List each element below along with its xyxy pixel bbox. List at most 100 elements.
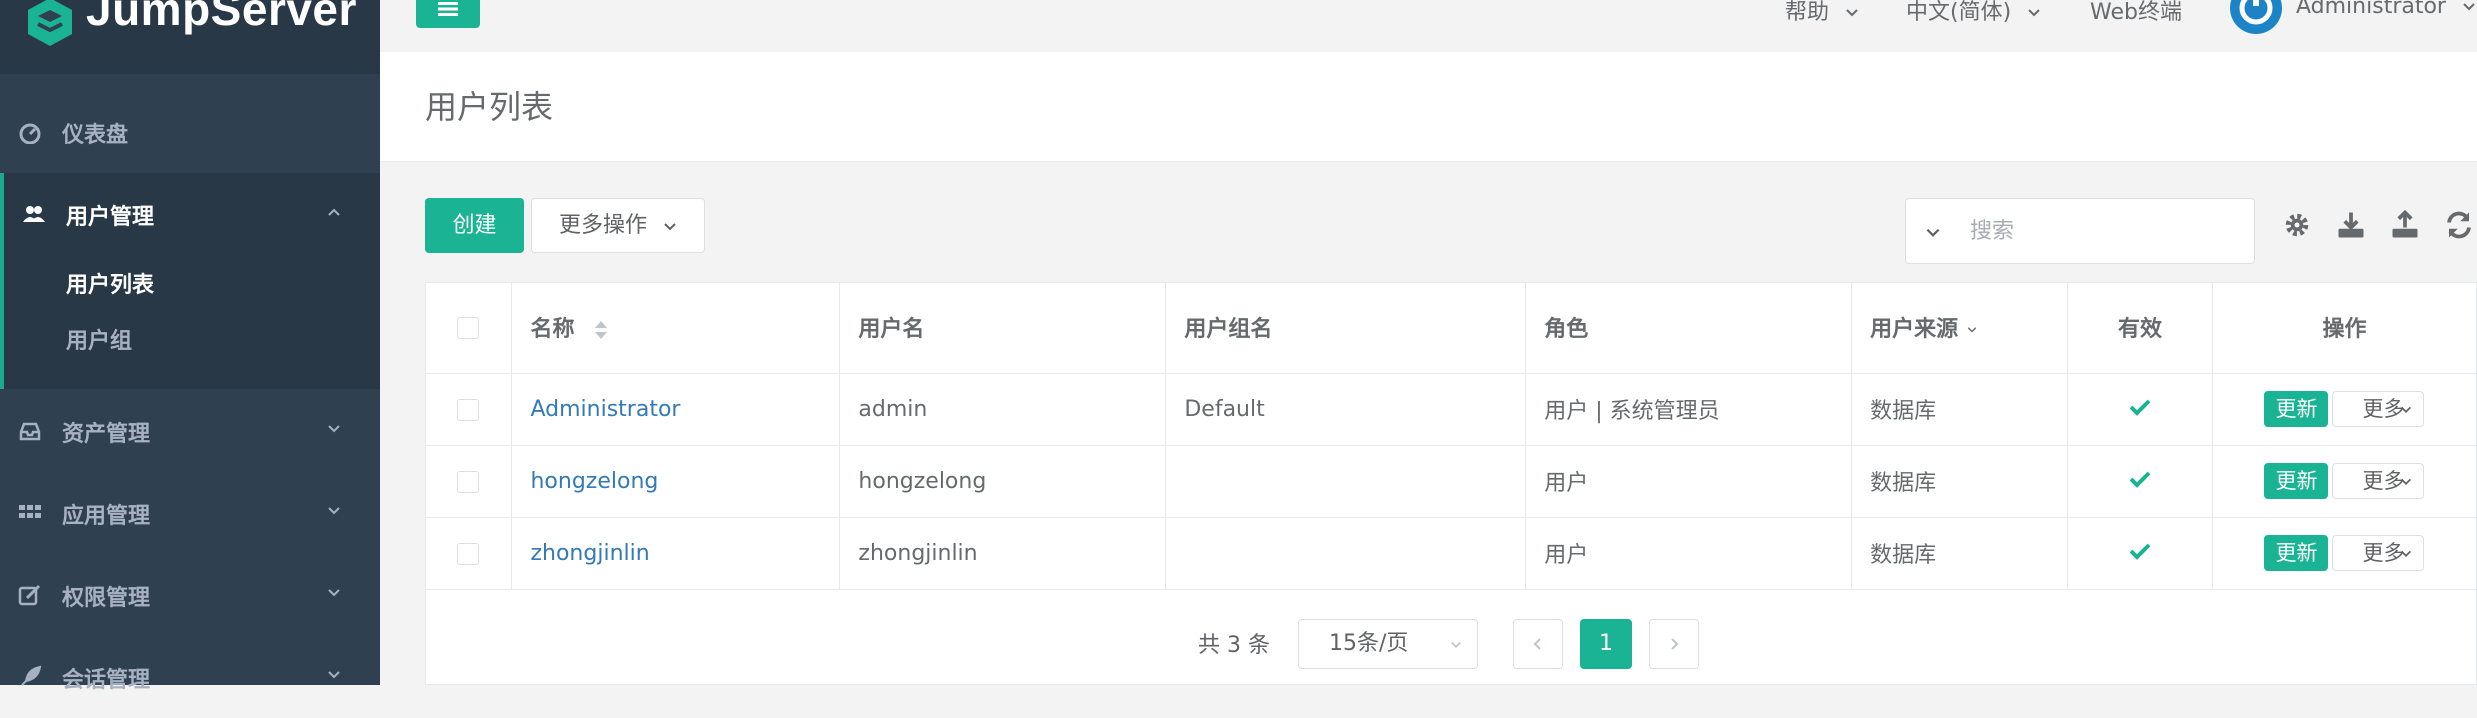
sidebar-item-label: 仪表盘 <box>62 123 129 148</box>
chevron-down-icon <box>2028 9 2040 17</box>
more-label: 更多 <box>2362 469 2405 493</box>
perms-icon <box>18 584 41 606</box>
valid-cell <box>2067 373 2213 446</box>
role-cell: 用户 | 系统管理员 <box>1525 373 1853 446</box>
row-checkbox[interactable] <box>457 470 480 493</box>
chevron-down-icon <box>2401 478 2412 485</box>
pagination-total: 共 3 条 <box>1198 633 1270 658</box>
col-username: 用户名 <box>839 282 1167 374</box>
page-number-current[interactable]: 1 <box>1580 619 1632 669</box>
page-title: 用户列表 <box>425 88 554 126</box>
chevron-left-icon <box>1533 638 1541 650</box>
more-button[interactable]: 更多 <box>2332 391 2425 427</box>
user-name-link[interactable]: zhongjinlin <box>511 517 841 590</box>
col-actions: 操作 <box>2212 282 2477 374</box>
language-menu[interactable]: 中文(简体) <box>1906 0 2042 26</box>
sidebar-item-label: 用户管理 <box>66 205 155 230</box>
sidebar-item-users[interactable]: 用户管理 <box>0 173 380 255</box>
source-cell: 数据库 <box>1851 517 2069 590</box>
col-name-label: 名称 <box>530 317 575 343</box>
source-cell: 数据库 <box>1851 373 2069 446</box>
col-valid: 有效 <box>2067 282 2213 374</box>
sidebar-item-perms[interactable]: 权限管理 <box>0 554 380 636</box>
search-input[interactable] <box>1968 213 2238 249</box>
sidebar-item-sessions[interactable]: 会话管理 <box>0 636 380 718</box>
more-actions-button[interactable]: 更多操作 <box>531 198 705 253</box>
update-button[interactable]: 更新 <box>2264 463 2329 499</box>
user-menu[interactable]: Administrator <box>2296 0 2477 19</box>
col-source-label: 用户来源 <box>1870 317 1959 343</box>
logo-icon <box>28 0 72 46</box>
chevron-down-icon <box>2401 550 2412 557</box>
sidebar-item-label: 资产管理 <box>62 422 151 447</box>
chevron-down-icon <box>328 507 340 515</box>
brand-name: JumpServer <box>86 0 357 35</box>
apps-icon <box>19 505 41 518</box>
download-icon[interactable] <box>2336 210 2366 240</box>
sidebar-item-assets[interactable]: 资产管理 <box>0 390 380 472</box>
chevron-down-icon <box>2401 406 2412 413</box>
prev-page-button[interactable] <box>1513 619 1563 669</box>
create-button[interactable]: 创建 <box>425 198 524 253</box>
logo-area: JumpServer <box>0 0 380 74</box>
sidebar-item-dashboard[interactable]: 仪表盘 <box>0 91 380 173</box>
chevron-down-icon <box>1967 327 1977 333</box>
table-row: hongzelong hongzelong 用户 数据库 更新 更多 <box>425 445 2477 518</box>
row-select-cell <box>425 517 513 590</box>
groups-cell <box>1165 517 1527 590</box>
next-page-button[interactable] <box>1649 619 1699 669</box>
user-name-link[interactable]: Administrator <box>511 373 841 446</box>
sidebar-item-label: 会话管理 <box>62 668 151 693</box>
sidebar-subitem-user-group[interactable]: 用户组 <box>66 323 132 355</box>
sidebar-item-apps[interactable]: 应用管理 <box>0 472 380 554</box>
actions-cell: 更新 更多 <box>2212 373 2477 446</box>
sort-icon[interactable] <box>592 318 610 342</box>
username-cell: zhongjinlin <box>839 517 1167 590</box>
username-cell: admin <box>839 373 1167 446</box>
chevron-down-icon <box>1846 9 1858 17</box>
help-menu[interactable]: 帮助 <box>1785 0 1860 26</box>
table-row: Administrator admin Default 用户 | 系统管理员 数… <box>425 373 2477 446</box>
row-checkbox[interactable] <box>457 542 480 565</box>
row-checkbox[interactable] <box>457 398 480 421</box>
col-role: 角色 <box>1525 282 1853 374</box>
source-cell: 数据库 <box>1851 445 2069 518</box>
col-name[interactable]: 名称 <box>511 282 841 374</box>
upload-icon[interactable] <box>2390 210 2420 240</box>
table-row: zhongjinlin zhongjinlin 用户 数据库 更新 更多 <box>425 517 2477 590</box>
select-all-checkbox[interactable] <box>457 316 480 339</box>
sidebar: JumpServer 仪表盘 用户管理 用户列表 用户组 资产管理 应用管理 权… <box>0 0 380 693</box>
row-select-cell <box>425 445 513 518</box>
avatar[interactable] <box>2228 0 2284 38</box>
chevron-down-icon <box>1451 641 1461 648</box>
hamburger-icon <box>438 2 458 16</box>
more-label: 更多 <box>2362 541 2405 565</box>
sidebar-item-label: 应用管理 <box>62 504 151 529</box>
actions-cell: 更新 更多 <box>2212 445 2477 518</box>
web-terminal-link[interactable]: Web终端 <box>2090 0 2182 26</box>
page-size-label: 15条/页 <box>1329 631 1409 656</box>
chevron-down-icon <box>328 589 340 597</box>
page-header: 用户列表 <box>380 52 2477 162</box>
submenu-users: 用户列表 用户组 <box>0 255 380 389</box>
assets-icon <box>19 422 41 441</box>
user-name-link[interactable]: hongzelong <box>511 445 841 518</box>
chevron-down-icon <box>2463 3 2475 11</box>
refresh-icon[interactable] <box>2444 210 2474 240</box>
actions-cell: 更新 更多 <box>2212 517 2477 590</box>
check-icon <box>2129 399 2151 416</box>
chevron-down-icon[interactable] <box>1924 224 1942 242</box>
update-button[interactable]: 更新 <box>2264 391 2329 427</box>
users-icon <box>23 206 45 222</box>
check-icon <box>2129 543 2151 560</box>
sidebar-subitem-user-list[interactable]: 用户列表 <box>66 267 154 299</box>
role-cell: 用户 <box>1525 445 1853 518</box>
gear-icon[interactable] <box>2282 210 2312 240</box>
username-cell: hongzelong <box>839 445 1167 518</box>
update-button[interactable]: 更新 <box>2264 535 2329 571</box>
sidebar-toggle-button[interactable] <box>416 0 480 28</box>
page-size-select[interactable]: 15条/页 <box>1298 619 1478 669</box>
more-button[interactable]: 更多 <box>2332 535 2425 571</box>
col-source[interactable]: 用户来源 <box>1851 282 2069 374</box>
more-button[interactable]: 更多 <box>2332 463 2425 499</box>
